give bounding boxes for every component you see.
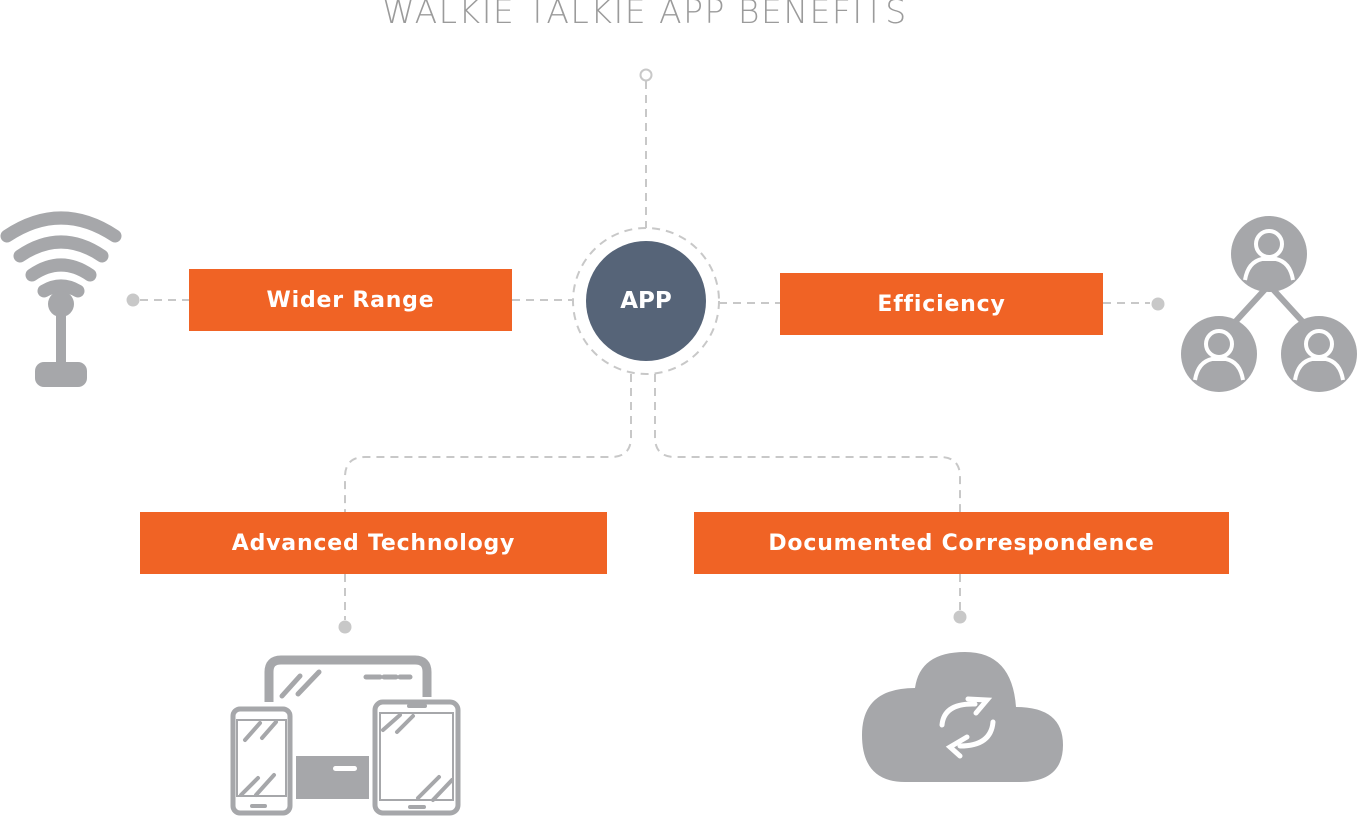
cloud-sync-icon xyxy=(862,652,1063,782)
team-hierarchy-icon xyxy=(1181,216,1357,392)
benefit-efficiency: Efficiency xyxy=(780,273,1103,335)
connector-bottom-left xyxy=(344,374,632,512)
endpoint-top xyxy=(639,68,653,82)
benefit-documented-correspondence: Documented Correspondence xyxy=(694,512,1229,574)
benefit-wider-range: Wider Range xyxy=(189,269,512,331)
endpoint-right xyxy=(1151,297,1165,311)
connector-bottom-right xyxy=(654,374,961,512)
multi-device-icon xyxy=(230,655,461,816)
hub-label: APP xyxy=(620,288,672,314)
benefit-advanced-technology: Advanced Technology xyxy=(140,512,607,574)
endpoint-left xyxy=(126,293,140,307)
endpoint-adv xyxy=(338,620,352,634)
page-title: WALKIE TALKIE APP BENEFITS xyxy=(382,0,908,31)
diagram-canvas xyxy=(0,68,1357,816)
endpoint-doc xyxy=(953,610,967,624)
